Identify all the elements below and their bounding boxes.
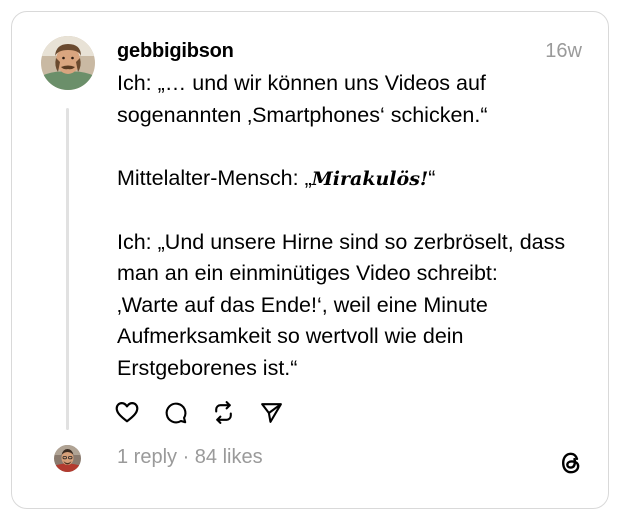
post-line: Ich: „Und unsere Hirne sind so zerbrösel… xyxy=(117,229,566,254)
post-line-suffix: “ xyxy=(428,165,436,190)
post-line: Mittelalter-Mensch: „Mirakulös!“ xyxy=(117,163,592,196)
post-line: Erstgeborenes ist.“ xyxy=(117,355,298,380)
replier-avatar[interactable] xyxy=(54,445,81,472)
repost-icon xyxy=(214,400,232,424)
post-line: Aufmerksamkeit so wertvoll wie dein xyxy=(117,324,464,348)
author-username[interactable]: gebbigibson xyxy=(117,40,234,63)
repost-button[interactable] xyxy=(210,399,236,425)
post-line: man an ein einminütiges Video schreibt: xyxy=(117,261,498,285)
send-icon xyxy=(260,402,282,423)
threads-logo-icon[interactable] xyxy=(558,450,584,476)
heart-icon xyxy=(115,402,139,423)
reply-like-stats[interactable]: 1 reply · 84 likes xyxy=(117,446,263,469)
like-button[interactable] xyxy=(114,399,140,425)
author-avatar[interactable] xyxy=(41,36,95,90)
post-line: ‚Warte auf das Ende!‘, weil eine Minute xyxy=(117,292,488,317)
post-line-prefix: Mittelalter-Mensch: „ xyxy=(117,165,312,190)
post-line: sogenannten ‚Smartphones‘ schicken.“ xyxy=(117,102,488,127)
blackletter-word: Mirakulös! xyxy=(311,167,429,190)
action-bar xyxy=(114,399,306,425)
thread-connector-line xyxy=(66,108,69,430)
post-line: Ich: „… und wir können uns Videos auf xyxy=(117,71,486,95)
reply-button[interactable] xyxy=(162,399,188,425)
share-button[interactable] xyxy=(258,399,284,425)
post-body: Ich: „… und wir können uns Videos auf so… xyxy=(117,68,592,384)
comment-icon xyxy=(165,402,186,423)
post-timestamp: 16w xyxy=(545,40,582,62)
